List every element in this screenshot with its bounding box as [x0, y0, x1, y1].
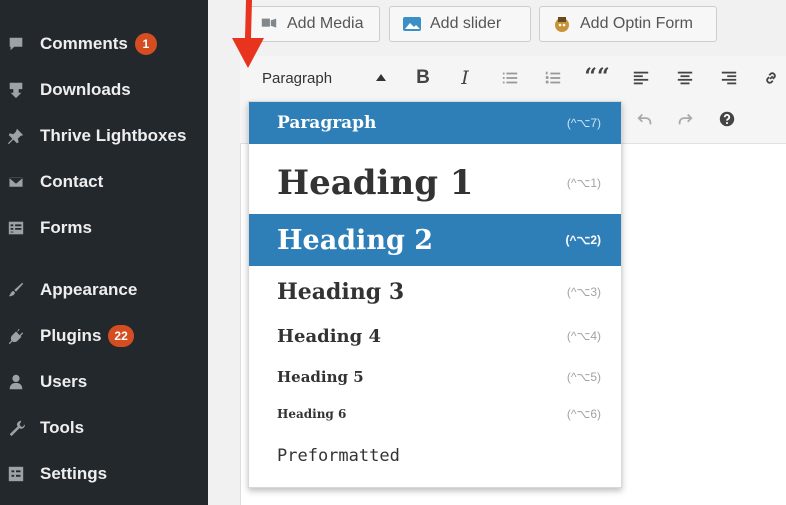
- paintbrush-icon: [7, 281, 25, 299]
- align-left-icon: [633, 71, 649, 85]
- align-center-icon: [677, 71, 693, 85]
- format-option-label: Preformatted: [277, 446, 400, 466]
- format-option-shortcut: (^⌥2): [565, 233, 601, 247]
- sidebar-item-appearance[interactable]: Appearance: [0, 270, 208, 310]
- format-option-shortcut: (^⌥7): [566, 116, 601, 130]
- slider-icon: [402, 14, 422, 34]
- sidebar-item-contact[interactable]: Contact: [0, 162, 208, 202]
- comment-icon: [7, 35, 25, 53]
- comments-count-badge: 1: [134, 33, 157, 55]
- format-option-label: Heading 4: [277, 325, 382, 347]
- align-right-icon: [721, 71, 737, 85]
- forms-icon: [7, 219, 25, 237]
- plugin-icon: [7, 327, 25, 345]
- add-media-label: Add Media: [287, 15, 364, 32]
- red-arrow-annotation: [232, 0, 264, 68]
- format-option-label: Heading 3: [277, 279, 405, 305]
- help-button[interactable]: [714, 106, 740, 132]
- add-slider-button[interactable]: Add slider: [389, 6, 531, 42]
- pin-icon: [7, 127, 25, 145]
- align-right-button[interactable]: [716, 65, 742, 91]
- settings-icon: [7, 465, 25, 483]
- format-option-label: Heading 2: [277, 224, 434, 256]
- sidebar-item-label: Downloads: [40, 80, 131, 99]
- sidebar-item-label: Forms: [40, 218, 92, 237]
- content-gutter: [208, 0, 240, 505]
- sidebar-item-thrive-lightboxes[interactable]: Thrive Lightboxes: [0, 116, 208, 156]
- plugins-update-badge: 22: [108, 325, 134, 347]
- sidebar-item-label: Comments: [40, 34, 128, 53]
- format-option-heading-6[interactable]: Heading 6 (^⌥6): [249, 396, 621, 432]
- sidebar-item-label: Plugins: [40, 326, 102, 345]
- optin-icon: [552, 14, 572, 34]
- format-option-heading-2[interactable]: Heading 2 (^⌥2): [249, 214, 621, 266]
- format-option-shortcut: (^⌥6): [566, 407, 601, 421]
- format-option-label: Heading 1: [277, 163, 474, 203]
- download-icon: [7, 81, 25, 99]
- format-option-heading-3[interactable]: Heading 3 (^⌥3): [249, 270, 621, 314]
- numbered-list-icon: [545, 71, 561, 84]
- sidebar-item-plugins[interactable]: Plugins 22: [0, 316, 208, 356]
- format-option-preformatted[interactable]: Preformatted: [249, 436, 621, 476]
- italic-button[interactable]: I: [452, 65, 478, 91]
- sidebar-item-label: Users: [40, 372, 88, 391]
- sidebar-item-downloads[interactable]: Downloads: [0, 70, 208, 110]
- add-optin-form-button[interactable]: Add Optin Form: [539, 6, 717, 42]
- link-icon: [766, 72, 776, 84]
- format-select-value: Paragraph: [262, 69, 333, 87]
- numbered-list-button[interactable]: [540, 65, 566, 91]
- format-option-shortcut: (^⌥1): [566, 176, 601, 190]
- admin-sidebar: Comments 1 Downloads Thrive Lightboxes C…: [0, 0, 208, 505]
- format-option-heading-5[interactable]: Heading 5 (^⌥5): [249, 358, 621, 396]
- sidebar-item-label: Tools: [40, 418, 85, 437]
- redo-button[interactable]: [672, 106, 698, 132]
- sidebar-item-settings[interactable]: Settings: [0, 454, 208, 494]
- format-option-heading-4[interactable]: Heading 4 (^⌥4): [249, 316, 621, 356]
- align-left-button[interactable]: [628, 65, 654, 91]
- sidebar-item-label: Thrive Lightboxes: [40, 126, 187, 145]
- format-option-label: Heading 6: [277, 407, 347, 421]
- format-option-shortcut: (^⌥3): [566, 285, 601, 299]
- format-option-shortcut: (^⌥5): [566, 370, 601, 384]
- undo-button[interactable]: [632, 106, 658, 132]
- mail-icon: [7, 173, 25, 191]
- add-optin-label: Add Optin Form: [580, 15, 693, 32]
- sidebar-item-forms[interactable]: Forms: [0, 208, 208, 248]
- users-icon: [7, 373, 25, 391]
- align-center-button[interactable]: [672, 65, 698, 91]
- undo-icon: [637, 113, 652, 125]
- wrench-icon: [7, 419, 25, 437]
- help-icon: [719, 111, 735, 127]
- bold-button[interactable]: B: [410, 65, 436, 91]
- bullet-list-button[interactable]: [497, 65, 523, 91]
- format-option-label: Paragraph: [277, 113, 377, 133]
- sidebar-item-label: Appearance: [40, 280, 138, 299]
- sidebar-item-users[interactable]: Users: [0, 362, 208, 402]
- insert-link-button[interactable]: [758, 65, 784, 91]
- caret-up-icon: [376, 74, 386, 81]
- format-option-label: Heading 5: [277, 368, 364, 386]
- blockquote-button[interactable]: ““: [584, 64, 610, 90]
- format-option-shortcut: (^⌥4): [566, 329, 601, 343]
- redo-icon: [678, 113, 693, 125]
- sidebar-item-tools[interactable]: Tools: [0, 408, 208, 448]
- add-slider-label: Add slider: [430, 15, 502, 32]
- sidebar-item-label: Settings: [40, 464, 108, 483]
- sidebar-item-label: Contact: [40, 172, 104, 191]
- sidebar-item-comments[interactable]: Comments 1: [0, 24, 208, 64]
- format-dropdown-menu: Paragraph (^⌥7) Heading 1 (^⌥1) Heading …: [248, 101, 622, 488]
- format-option-paragraph[interactable]: Paragraph (^⌥7): [249, 102, 621, 144]
- bullet-list-icon: [502, 72, 518, 84]
- format-option-heading-1[interactable]: Heading 1 (^⌥1): [249, 154, 621, 212]
